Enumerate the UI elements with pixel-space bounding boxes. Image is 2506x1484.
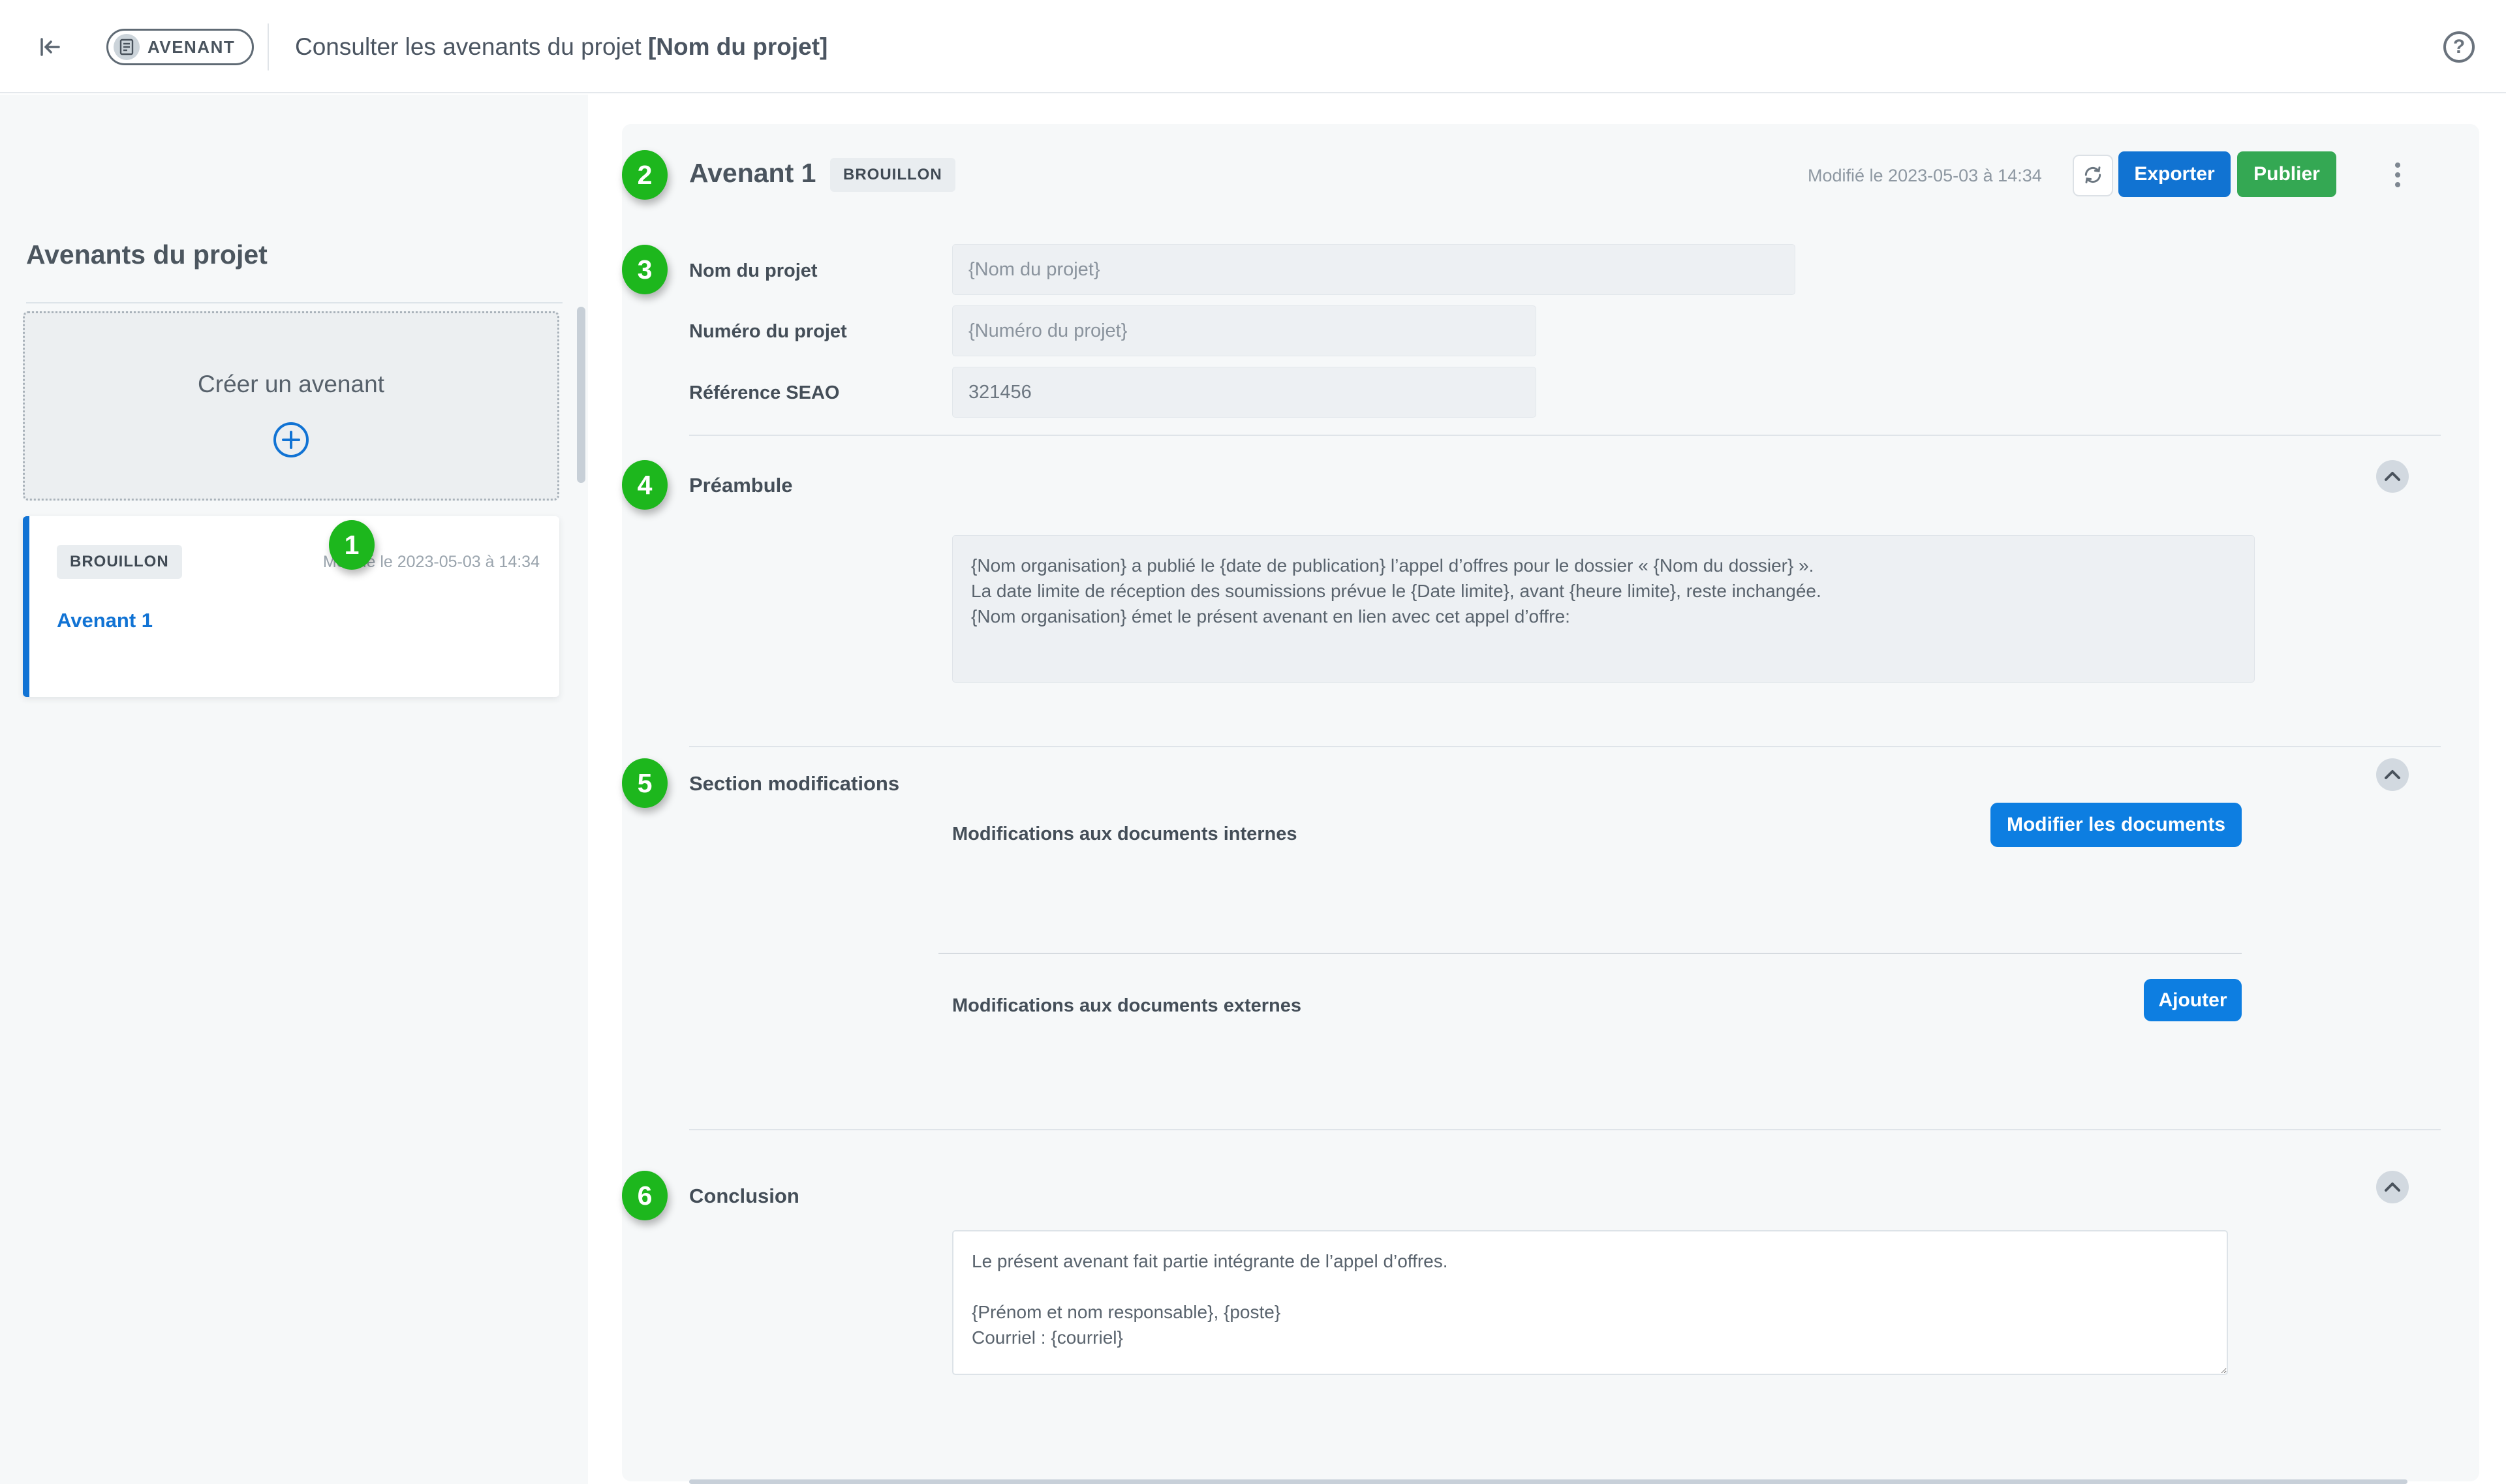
nom-du-projet-input[interactable] xyxy=(952,244,1795,295)
page-title: Consulter les avenants du projet [Nom du… xyxy=(295,0,828,93)
modifications-heading: Section modifications xyxy=(689,772,899,796)
collapse-conclusion-button[interactable] xyxy=(2376,1171,2409,1203)
avenant-title: Avenant 1 xyxy=(689,158,816,189)
publish-button[interactable]: Publier xyxy=(2237,151,2336,197)
section-divider xyxy=(689,1129,2441,1130)
internal-documents-label: Modifications aux documents internes xyxy=(952,824,1297,845)
numero-du-projet-input[interactable] xyxy=(952,305,1536,356)
preambule-heading: Préambule xyxy=(689,474,793,497)
annotation-badge-3: 3 xyxy=(622,245,668,294)
modified-timestamp: Modifié le 2023-05-03 à 14:34 xyxy=(1808,166,2042,186)
avenant-link[interactable]: Avenant 1 xyxy=(57,609,153,632)
field-label-reference-seao: Référence SEAO xyxy=(689,382,840,404)
field-label-nom-du-projet: Nom du projet xyxy=(689,260,818,282)
plus-icon[interactable] xyxy=(25,421,557,459)
collapse-preambule-button[interactable] xyxy=(2376,460,2409,493)
annotation-badge-6: 6 xyxy=(622,1171,668,1220)
conclusion-textarea[interactable]: Le présent avenant fait partie intégrant… xyxy=(952,1230,2228,1375)
reference-seao-input[interactable] xyxy=(952,367,1536,418)
sidebar-scrollbar[interactable] xyxy=(577,307,585,483)
annotation-badge-4: 4 xyxy=(622,460,668,510)
section-divider xyxy=(689,746,2441,747)
avenant-list-item[interactable]: BROUILLON Modifié le 2023-05-03 à 14:34 … xyxy=(23,516,559,697)
sidebar-divider xyxy=(26,302,563,303)
sidebar-heading: Avenants du projet xyxy=(26,240,268,270)
inner-divider xyxy=(938,953,2242,954)
preambule-textarea[interactable]: {Nom organisation} a publié le {date de … xyxy=(952,535,2255,683)
top-bar: AVENANT Consulter les avenants du projet… xyxy=(0,0,2506,93)
more-options-icon[interactable] xyxy=(2385,157,2411,193)
export-button[interactable]: Exporter xyxy=(2118,151,2231,197)
collapse-modifications-button[interactable] xyxy=(2376,758,2409,791)
chevron-up-icon xyxy=(2384,769,2401,780)
annotation-badge-1: 1 xyxy=(329,520,375,570)
annotation-badge-2: 2 xyxy=(622,150,668,200)
help-icon[interactable]: ? xyxy=(2443,31,2475,63)
screen: AVENANT Consulter les avenants du projet… xyxy=(0,0,2506,1484)
refresh-button[interactable] xyxy=(2073,155,2113,196)
field-label-numero-du-projet: Numéro du projet xyxy=(689,321,847,343)
annotation-badge-5: 5 xyxy=(622,758,668,808)
topbar-divider xyxy=(268,23,269,70)
create-avenant-label: Créer un avenant xyxy=(25,371,557,398)
horizontal-scrollbar[interactable] xyxy=(689,1479,2407,1484)
refresh-icon xyxy=(2082,164,2103,187)
chevron-up-icon xyxy=(2384,471,2401,482)
chevron-up-icon xyxy=(2384,1182,2401,1192)
collapse-sidebar-icon[interactable] xyxy=(34,31,65,63)
external-documents-label: Modifications aux documents externes xyxy=(952,995,1301,1017)
status-badge: BROUILLON xyxy=(57,545,182,579)
section-divider xyxy=(689,435,2441,436)
page-title-project: [Nom du projet] xyxy=(648,33,828,61)
avenant-status-badge: BROUILLON xyxy=(830,158,955,192)
module-badge-label: AVENANT xyxy=(147,37,235,57)
document-icon xyxy=(114,34,140,60)
module-badge: AVENANT xyxy=(106,29,254,65)
create-avenant-card[interactable]: Créer un avenant xyxy=(23,311,559,501)
sidebar: Avenants du projet Créer un avenant BROU… xyxy=(0,95,588,1484)
conclusion-heading: Conclusion xyxy=(689,1184,799,1208)
modify-documents-button[interactable]: Modifier les documents xyxy=(1990,803,2242,847)
add-external-document-button[interactable]: Ajouter xyxy=(2144,979,2242,1021)
